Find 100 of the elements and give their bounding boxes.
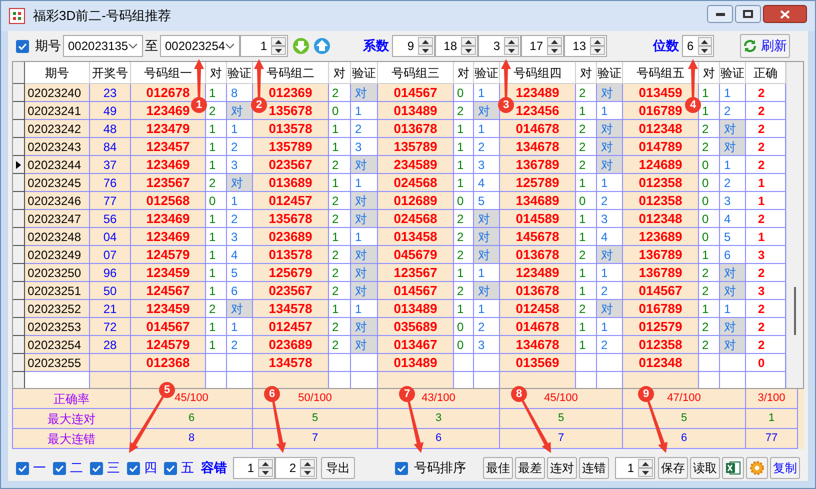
check-icon: [166, 464, 175, 472]
spin-field[interactable]: 1: [240, 35, 288, 57]
excel-button[interactable]: [722, 457, 744, 479]
spin-field[interactable]: 13: [564, 35, 607, 57]
checkbox[interactable]: [395, 462, 408, 474]
checkbox[interactable]: [127, 462, 140, 474]
hits-cell: 2: [206, 300, 227, 318]
row-header[interactable]: [13, 210, 25, 228]
filter-button[interactable]: 最佳: [483, 457, 513, 479]
row-header[interactable]: [13, 264, 25, 282]
row-header[interactable]: [13, 246, 25, 264]
draw-cell: 23: [90, 84, 131, 102]
hits-cell: 2: [206, 174, 227, 192]
verify-cell: 1: [597, 174, 623, 192]
save-button[interactable]: 保存: [658, 457, 688, 479]
checkbox[interactable]: [16, 462, 29, 474]
export-button[interactable]: 导出: [321, 457, 355, 479]
hits-cell: 0: [329, 102, 351, 120]
settings-button[interactable]: [746, 457, 768, 479]
row-header[interactable]: [13, 174, 25, 192]
maximize-button[interactable]: [735, 5, 761, 23]
checkbox[interactable]: [164, 462, 177, 474]
checkbox[interactable]: [16, 40, 29, 52]
checkbox[interactable]: [90, 462, 103, 474]
hits-cell: 1: [454, 156, 474, 174]
verify-cell: 1: [597, 102, 623, 120]
verify-cell: 4: [597, 228, 623, 246]
verify-cell: 对: [474, 246, 500, 264]
row-header[interactable]: [13, 228, 25, 246]
tolerance-label: 容错: [201, 459, 227, 478]
hits-cell: 2: [576, 156, 597, 174]
row-header[interactable]: [13, 138, 25, 156]
close-button[interactable]: [763, 5, 807, 23]
spreadsheet-icon: [725, 460, 741, 476]
verify-cell: 1: [474, 120, 500, 138]
row-header[interactable]: [13, 192, 25, 210]
row-header[interactable]: [13, 354, 25, 372]
row-header[interactable]: [13, 102, 25, 120]
issue-cell: 02023252: [25, 300, 90, 318]
row-header[interactable]: [13, 120, 25, 138]
spin-field[interactable]: 2: [275, 457, 317, 479]
up-circle-icon[interactable]: [313, 37, 331, 55]
number-group-cell: 123567: [131, 174, 206, 192]
number-group-cell: 023567: [253, 282, 329, 300]
hits-cell: 2: [699, 264, 720, 282]
spin-field[interactable]: 17: [521, 35, 564, 57]
hits-cell: 1: [206, 282, 227, 300]
hits-cell: 1: [454, 174, 474, 192]
filter-button[interactable]: 连错: [579, 457, 609, 479]
row-header[interactable]: [13, 336, 25, 354]
checkbox[interactable]: [53, 462, 66, 474]
spin-field[interactable]: 9: [392, 35, 435, 57]
verify-cell: 1: [351, 300, 378, 318]
hits-cell: 1: [329, 174, 351, 192]
verify-cell: 2: [474, 318, 500, 336]
row-header[interactable]: [13, 84, 25, 102]
hits-cell: 1: [454, 300, 474, 318]
hits-cell: 0: [699, 210, 720, 228]
spin-field[interactable]: 3: [478, 35, 521, 57]
scrollbar[interactable]: [786, 62, 803, 388]
correct-cell: 2: [746, 102, 786, 120]
number-group-cell: 123459: [131, 300, 206, 318]
row-header[interactable]: [13, 282, 25, 300]
row-header[interactable]: [13, 372, 25, 388]
spin-field[interactable]: 18: [435, 35, 478, 57]
group-label: 二: [70, 459, 83, 478]
row-header[interactable]: [13, 156, 25, 174]
row-header[interactable]: [13, 300, 25, 318]
read-button[interactable]: 读取: [690, 457, 720, 479]
group-label: 三: [107, 459, 120, 478]
refresh-button[interactable]: 刷新: [740, 34, 790, 58]
draw-cell: 37: [90, 156, 131, 174]
issue-dropdown[interactable]: 002023135: [63, 35, 143, 57]
number-group-cell: 135678: [253, 210, 329, 228]
spin-field[interactable]: 6: [682, 35, 714, 57]
spin-field[interactable]: 1: [233, 457, 275, 479]
number-group-cell: 012348: [623, 210, 699, 228]
hits-cell: 2: [699, 318, 720, 336]
number-group-cell: 012358: [623, 336, 699, 354]
window-title: 福彩3D前二-号码组推荐: [33, 7, 172, 26]
minimize-button[interactable]: [707, 5, 733, 23]
correct-cell: 2: [746, 300, 786, 318]
hits-cell: 1: [576, 282, 597, 300]
correct-cell: 1: [746, 174, 786, 192]
verify-cell: 对: [474, 102, 500, 120]
issue-dropdown[interactable]: 002023254: [160, 35, 240, 57]
verify-cell: 3: [720, 192, 746, 210]
filter-button[interactable]: 最差: [515, 457, 545, 479]
filter-button[interactable]: 连对: [547, 457, 577, 479]
spin-field[interactable]: 1: [615, 457, 655, 479]
scrollbar-thumb[interactable]: [794, 287, 796, 335]
check-icon: [18, 42, 27, 50]
minimize-icon: [716, 12, 724, 16]
hits-cell: 2: [206, 102, 227, 120]
hits-cell: 2: [576, 120, 597, 138]
copy-button[interactable]: 复制: [770, 457, 800, 479]
number-group-cell: 123469: [131, 156, 206, 174]
issue-cell: 02023240: [25, 84, 90, 102]
verify-cell: 对: [227, 300, 253, 318]
row-header[interactable]: [13, 318, 25, 336]
